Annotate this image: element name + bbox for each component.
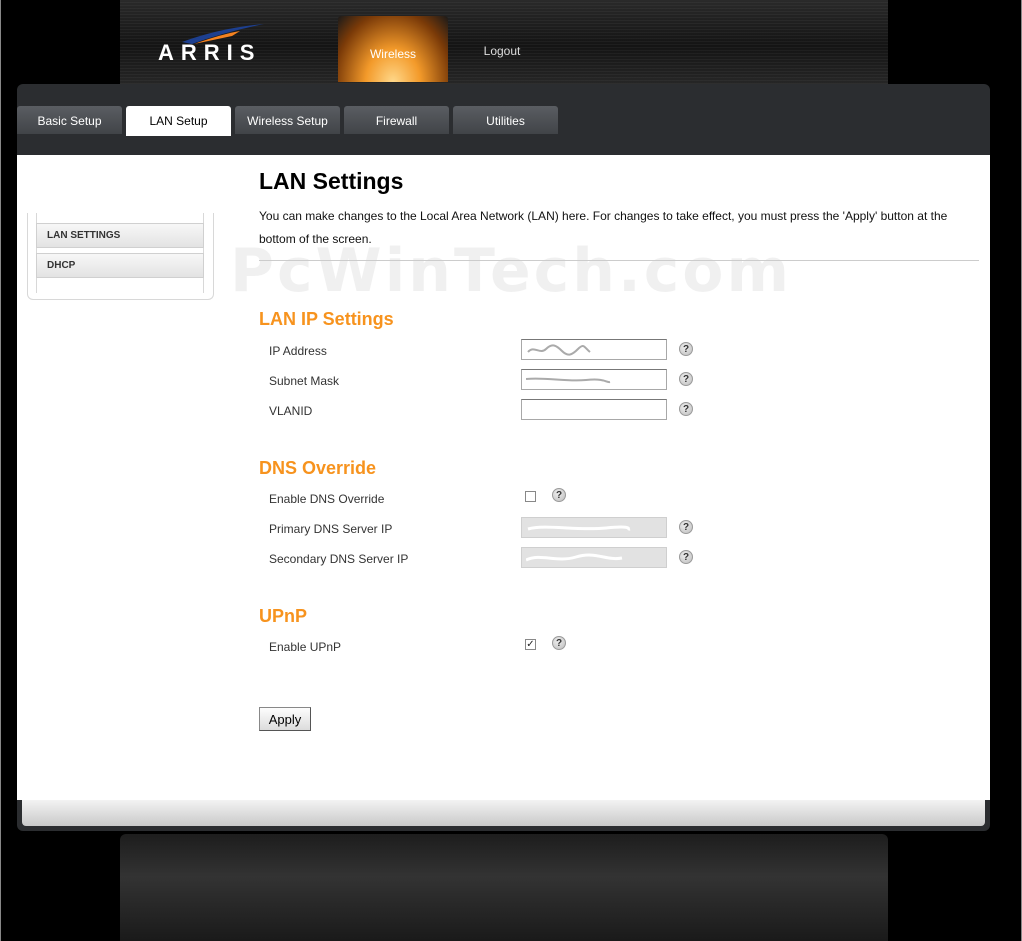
page-title: LAN Settings — [259, 168, 404, 194]
secondary-dns-help-icon[interactable]: ? — [679, 550, 693, 564]
divider — [259, 260, 979, 261]
ip-address-input[interactable] — [521, 339, 667, 360]
ip-address-label: IP Address — [269, 344, 327, 358]
secondary-dns-label: Secondary DNS Server IP — [269, 552, 409, 566]
enable-dns-help-icon[interactable]: ? — [552, 488, 566, 502]
nav-logout[interactable]: Logout — [462, 44, 542, 58]
redacted-scribble — [527, 525, 631, 531]
primary-dns-help-icon[interactable]: ? — [679, 520, 693, 534]
watermark: PcWinTech.com — [230, 236, 793, 306]
redacted-scribble — [526, 377, 611, 384]
enable-upnp-label: Enable UPnP — [269, 640, 342, 654]
section-dns-title: DNS Override — [259, 458, 377, 478]
footer-bar — [22, 800, 985, 826]
subnet-mask-label: Subnet Mask — [269, 374, 340, 388]
tab-wireless-setup[interactable]: Wireless Setup — [235, 106, 340, 134]
subnet-mask-input[interactable] — [521, 369, 667, 390]
bottom-strip — [120, 834, 888, 941]
sidebar-item-dhcp[interactable]: DHCP — [36, 253, 204, 278]
primary-dns-input[interactable] — [521, 517, 667, 538]
redacted-scribble — [526, 553, 623, 562]
enable-upnp-help-icon[interactable]: ? — [552, 636, 566, 650]
apply-button[interactable]: Apply — [259, 707, 311, 731]
vlanid-help-icon[interactable]: ? — [679, 402, 693, 416]
enable-dns-label: Enable DNS Override — [269, 492, 385, 506]
tab-basic-setup[interactable]: Basic Setup — [17, 106, 122, 134]
tab-firewall[interactable]: Firewall — [344, 106, 449, 134]
section-upnp-title: UPnP — [259, 606, 308, 626]
primary-dns-label: Primary DNS Server IP — [269, 522, 393, 536]
enable-dns-checkbox[interactable] — [525, 491, 536, 502]
vlanid-input[interactable] — [521, 399, 667, 420]
tab-utilities[interactable]: Utilities — [453, 106, 558, 134]
sidebar-item-lan-settings[interactable]: LAN SETTINGS — [36, 223, 204, 248]
secondary-dns-input[interactable] — [521, 547, 667, 568]
enable-upnp-checkbox[interactable]: ✓ — [525, 639, 536, 650]
subnet-mask-help-icon[interactable]: ? — [679, 372, 693, 386]
arris-logo: ARRIS — [158, 40, 262, 65]
ip-address-help-icon[interactable]: ? — [679, 342, 693, 356]
redacted-scribble — [527, 344, 591, 356]
vlanid-label: VLANID — [269, 404, 313, 418]
section-lan-ip-title: LAN IP Settings — [259, 309, 394, 329]
nav-wireless[interactable]: Wireless — [338, 16, 448, 82]
tab-lan-setup[interactable]: LAN Setup — [126, 106, 231, 136]
